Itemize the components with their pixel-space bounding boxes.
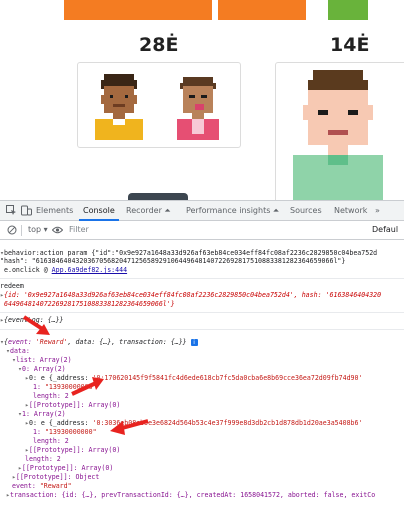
price-left: 28Ė [139, 34, 179, 56]
card-header-orange-2 [218, 0, 306, 20]
inspect-element-icon[interactable] [6, 205, 17, 216]
tree-list-1-proto[interactable]: ▸[[Prototype]]: Array(0) [25, 446, 120, 455]
log-levels-dropdown[interactable]: Defaul [372, 221, 398, 239]
clear-console-icon[interactable] [7, 225, 17, 235]
tree-list-proto[interactable]: ▸[[Prototype]]: Array(0) [18, 464, 113, 473]
annotation-arrow-icon-2 [71, 377, 104, 396]
action-button-partial[interactable] [128, 193, 188, 200]
tab-sources[interactable]: Sources [290, 201, 322, 220]
tree-data[interactable]: ▾data: [6, 347, 30, 356]
tree-list-0-proto[interactable]: ▸[[Prototype]]: Array(0) [25, 401, 120, 410]
tree-event: event: "Reward" [12, 482, 72, 490]
tree-list-0[interactable]: ▾0: Array(2) [18, 365, 66, 374]
devtools-tabbar: Elements Console Recorder ⏶ Performance … [0, 201, 404, 221]
tree-list[interactable]: ▾list: Array(2) [12, 356, 72, 365]
eye-icon[interactable] [52, 226, 63, 234]
tree-list-1-length: length: 2 [33, 437, 69, 445]
tree-data-proto[interactable]: ▸[[Prototype]]: Object [12, 473, 99, 482]
tree-list-1-0[interactable]: ▸0: e {_address: '0:3036eb08ab5e3e6824d5… [25, 419, 362, 428]
annotation-arrow-icon [22, 315, 50, 335]
card-header-green [328, 0, 368, 20]
pixel-avatar-boy-icon [95, 74, 143, 140]
console-output: ▾behavior:action param {"id":"0x9e927a16… [0, 240, 404, 521]
tab-performance-insights[interactable]: Performance insights ⏶ [186, 201, 279, 220]
console-line-hash: "hash": "6163846404320367056820471256589… [0, 257, 346, 265]
pixel-avatar-girl-icon [177, 77, 219, 140]
price-right: 14Ė [330, 34, 370, 56]
tab-recorder[interactable]: Recorder ⏶ [126, 201, 171, 220]
tree-list-length: length: 2 [25, 455, 61, 463]
tree-list-0-length: length: 2 [33, 392, 69, 400]
tree-transaction[interactable]: ▸transaction: {id: {…}, prevTransactionI… [6, 491, 375, 500]
console-toolbar: top ▾ Filter Defaul [0, 221, 404, 240]
card-header-orange [64, 0, 212, 20]
info-icon: i [190, 338, 198, 346]
tab-console[interactable]: Console [79, 201, 119, 221]
more-tabs-button[interactable]: » [375, 201, 380, 220]
device-toolbar-icon[interactable] [21, 205, 32, 216]
filter-placeholder: Filter [69, 225, 89, 234]
web-page: 28Ė 14Ė [0, 0, 404, 200]
toolbar-divider [21, 225, 22, 236]
annotation-arrow-icon-3 [110, 419, 149, 435]
tree-list-1[interactable]: ▾1: Array(2) [18, 410, 66, 419]
source-link[interactable]: App.6a9def82.js:444 [52, 266, 127, 274]
console-line-redeem-obj[interactable]: ▸{id: '0x9e927a1648a33d926af63eb84ce034e… [0, 291, 381, 300]
console-stack-line: e.onclick @ App.6a9def82.js:444 [4, 266, 128, 274]
pixel-avatar-man-icon [293, 70, 383, 200]
filter-input[interactable]: Filter [66, 224, 366, 236]
tree-list-1-1: 1: "13930000000" [33, 428, 97, 436]
tab-elements[interactable]: Elements [36, 201, 73, 220]
console-line-redeem: redeem [0, 282, 24, 290]
tab-network[interactable]: Network [334, 201, 367, 220]
devtools-panel: Elements Console Recorder ⏶ Performance … [0, 200, 404, 521]
context-selector[interactable]: top ▾ [28, 221, 48, 239]
console-line-redeem-obj-cont: 6449648140722692817510883381282364659066… [4, 300, 175, 308]
console-object-root[interactable]: ▾{event: 'Reward', data: {…}, transactio… [0, 338, 198, 347]
